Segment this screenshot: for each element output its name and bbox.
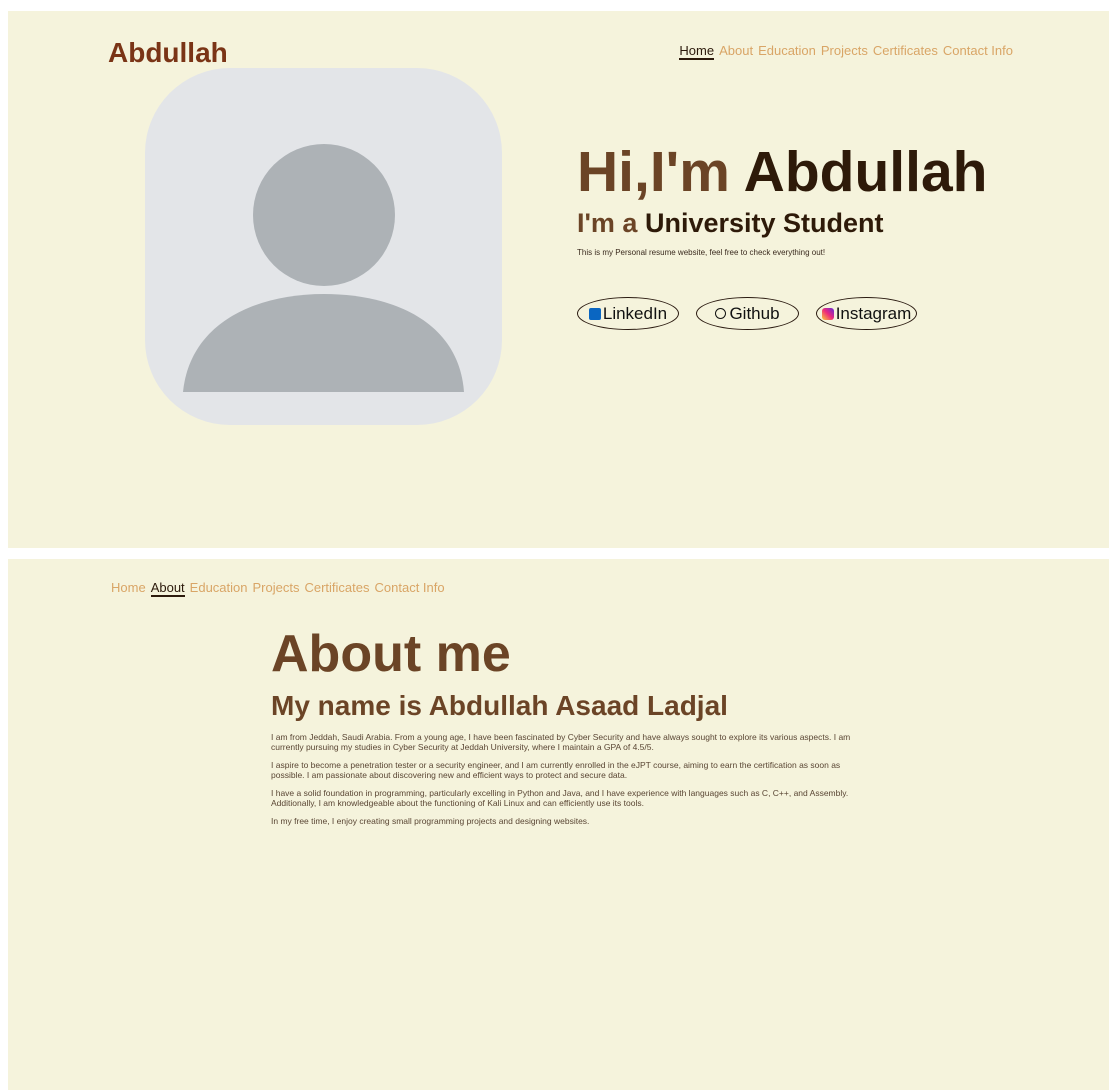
about-paragraph: I have a solid foundation in programming… (271, 788, 849, 808)
greeting-name: Abdullah (743, 140, 988, 204)
role-prefix: I'm a (577, 208, 638, 238)
nav-contact-link[interactable]: Contact Info (943, 43, 1013, 60)
role-text: University Student (644, 208, 884, 238)
nav-certificates-link[interactable]: Certificates (873, 43, 938, 60)
avatar-placeholder-icon (183, 144, 464, 392)
nav-education-link[interactable]: Education (190, 580, 248, 597)
nav-home-link[interactable]: Home (679, 43, 715, 60)
nav-projects-link[interactable]: Projects (253, 580, 300, 597)
nav-about-link[interactable]: About (719, 43, 753, 60)
site-logo[interactable]: Abdullah (108, 37, 228, 69)
linkedin-label: LinkedIn (602, 303, 668, 323)
nav-projects-link[interactable]: Projects (821, 43, 868, 60)
nav-home-link[interactable]: Home (111, 580, 146, 597)
github-label: Github (729, 303, 780, 323)
linkedin-icon (588, 307, 601, 320)
instagram-button[interactable]: Instagram (816, 297, 917, 330)
about-title: About me (271, 625, 511, 683)
nav-certificates-link[interactable]: Certificates (304, 580, 369, 597)
about-section: Home About Education Projects Certificat… (8, 559, 1109, 1090)
hero-nav: Home About Education Projects Certificat… (679, 43, 1018, 60)
github-button[interactable]: Github (696, 297, 799, 330)
github-icon (715, 308, 727, 319)
instagram-label: Instagram (835, 303, 912, 323)
hero-tagline: This is my Personal resume website, feel… (577, 248, 826, 257)
nav-education-link[interactable]: Education (758, 43, 816, 60)
instagram-icon (821, 307, 834, 320)
about-paragraph: In my free time, I enjoy creating small … (271, 816, 590, 826)
about-name-heading: My name is Abdullah Asaad Ladjal (271, 690, 728, 721)
hero-greeting: Hi,I'm Abdullah (577, 139, 987, 205)
about-nav: Home About Education Projects Certificat… (111, 580, 450, 597)
linkedin-button[interactable]: LinkedIn (577, 297, 679, 330)
hero-section: Abdullah Home About Education Projects C… (8, 11, 1109, 548)
nav-contact-link[interactable]: Contact Info (375, 580, 445, 597)
nav-about-link[interactable]: About (150, 580, 185, 597)
about-paragraph: I aspire to become a penetration tester … (271, 760, 841, 780)
profile-avatar (145, 68, 502, 425)
about-paragraph: I am from Jeddah, Saudi Arabia. From a y… (271, 732, 851, 752)
hero-role: I'm a University Student (577, 207, 884, 239)
social-links: LinkedIn Github Instagram (577, 297, 934, 330)
about-paragraphs: I am from Jeddah, Saudi Arabia. From a y… (271, 732, 871, 834)
greeting-prefix: Hi,I'm (577, 140, 730, 204)
